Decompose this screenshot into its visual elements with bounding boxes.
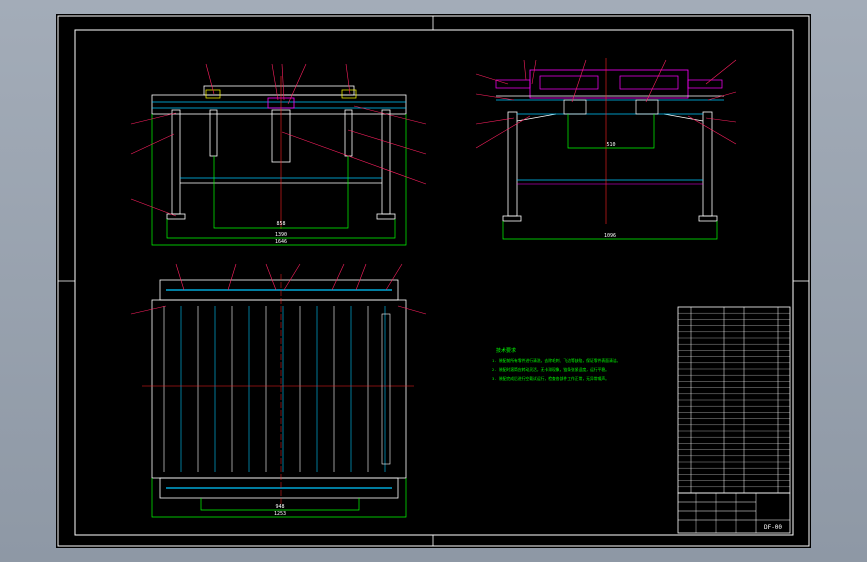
plan-side-guard xyxy=(381,313,391,465)
plan-view: 948 1253 xyxy=(130,263,427,518)
notes-line-1: 1. 装配前所有零件进行清洗，去除毛刺、飞边等缺陷，保证零件表面清洁。 xyxy=(492,358,620,363)
outer-border xyxy=(57,15,810,547)
side-foot-right xyxy=(698,215,718,222)
front-dim-mid: 1390 xyxy=(275,232,287,238)
side-arm-right xyxy=(687,79,723,89)
plan-leaders xyxy=(130,263,427,315)
notes-line-3: 3. 装配完成后进行空载试运行，检查各部件工作正常，无异常噪声。 xyxy=(492,376,609,381)
side-view: 510 1096 xyxy=(475,58,737,240)
notes-line-2: 2. 装配时滚筒应转动灵活，无卡滞现象，链条张紧适度，运行平稳。 xyxy=(492,367,609,372)
front-leg-right xyxy=(381,109,391,215)
front-roller-bar xyxy=(203,85,355,96)
drawing-sheet: 858 1390 1646 510 1096 948 1253 技术要求 1. … xyxy=(56,14,811,548)
side-window-right xyxy=(619,75,679,90)
technical-notes: 技术要求 1. 装配前所有零件进行清洗，去除毛刺、飞边等缺陷，保证零件表面清洁。… xyxy=(492,347,620,381)
title-block: DF-00 xyxy=(677,492,791,534)
cad-drawing: 858 1390 1646 510 1096 948 1253 技术要求 1. … xyxy=(57,15,810,547)
side-cylinder-right xyxy=(635,99,659,115)
side-dim-top: 510 xyxy=(606,142,615,148)
side-window-left xyxy=(539,75,599,90)
side-top-box xyxy=(529,69,689,99)
front-leg-left xyxy=(171,109,181,215)
side-leg-left xyxy=(507,111,518,217)
parts-rows xyxy=(678,313,790,487)
inner-border xyxy=(74,29,794,536)
front-cylinder-right xyxy=(344,109,353,157)
plan-dim-inner: 948 xyxy=(275,504,284,510)
front-dim-inner: 858 xyxy=(276,221,285,227)
front-view: 858 1390 1646 xyxy=(130,63,427,246)
side-cylinder-left xyxy=(563,99,587,115)
plan-rollers xyxy=(163,306,386,472)
side-brace-right xyxy=(663,113,704,122)
drawing-number: DF-00 xyxy=(764,524,782,531)
notes-heading: 技术要求 xyxy=(496,347,516,354)
front-foot-right xyxy=(376,213,396,220)
plan-dim-overall: 1253 xyxy=(274,511,286,517)
front-dim-overall: 1646 xyxy=(275,239,287,245)
side-foot-left xyxy=(502,215,522,222)
front-cylinder-left xyxy=(209,109,218,157)
front-foot-left xyxy=(166,213,186,220)
side-dim-bottom: 1096 xyxy=(604,233,616,239)
side-arm-left xyxy=(495,79,531,89)
parts-list xyxy=(677,306,791,494)
